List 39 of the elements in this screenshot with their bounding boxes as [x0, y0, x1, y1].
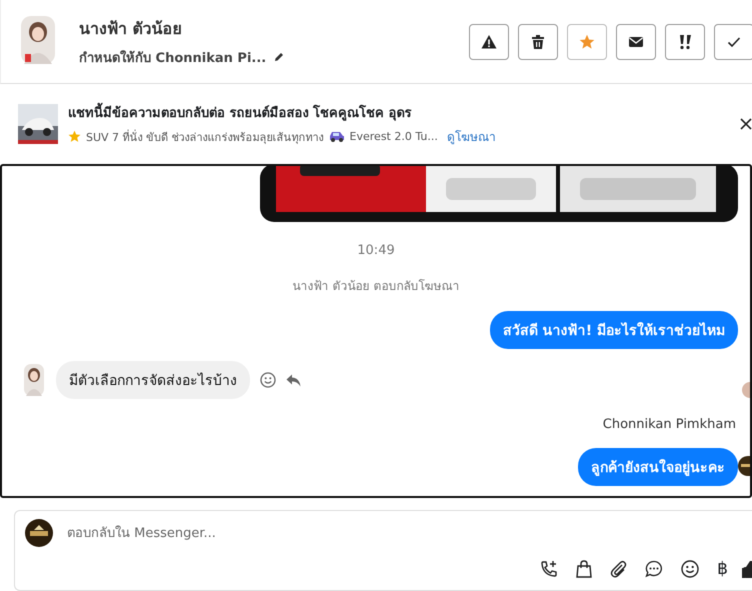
system-note: นางฟ้า ตัวน้อย ตอบกลับโฆษณา: [292, 278, 460, 295]
timestamp: 10:49: [356, 243, 396, 258]
exclamation-icon: [677, 34, 693, 50]
sender-name: Chonnikan Pimkham: [602, 417, 737, 432]
shopping-bag-icon[interactable]: [576, 560, 592, 578]
check-icon: [727, 36, 741, 48]
seen-avatar: [742, 382, 750, 398]
ad-title: แชทนี้มีข้อความตอบกลับต่อ รถยนต์มือสอง โชคคูณโชค อุดร: [68, 102, 732, 123]
message-bubble: สวัสดี นางฟ้า! มีอะไรให้เราช่วยไหม: [490, 311, 738, 349]
thumbs-up-icon[interactable]: [742, 560, 752, 578]
page-avatar: [738, 456, 750, 476]
page-avatar: [25, 519, 53, 547]
attachment-icon[interactable]: [610, 560, 628, 578]
star-icon: [579, 34, 595, 50]
car-icon: [328, 131, 345, 142]
pencil-icon[interactable]: [274, 52, 284, 62]
close-icon[interactable]: [740, 118, 752, 130]
unread-button[interactable]: [616, 24, 656, 60]
envelope-icon: [628, 36, 644, 48]
star-button[interactable]: [567, 24, 607, 60]
phone-add-icon[interactable]: [540, 560, 558, 578]
ad-description: Everest 2.0 Tu...: [350, 130, 438, 143]
warning-icon: [481, 34, 497, 50]
message-bubble: มีตัวเลือกการจัดส่งอะไรบ้าง: [56, 361, 250, 399]
view-ad-link[interactable]: ดูโฆษณา: [446, 127, 496, 146]
emoji-icon[interactable]: [681, 560, 700, 578]
assignee-label[interactable]: กำหนดให้กับ Chonnikan Pi...: [79, 46, 266, 68]
contact-name: นางฟ้า ตัวน้อย: [79, 18, 183, 40]
currency-button[interactable]: ฿: [717, 559, 728, 579]
message-bubble: ลูกค้ายังสนใจอยู่นะคะ: [578, 448, 738, 486]
spam-button[interactable]: [469, 24, 509, 60]
star-icon: [68, 130, 81, 143]
ad-description: SUV 7 ที่นั่ง ขับดี ช่วงล่างแกร่งพร้อมลุยเส้นทุกทาง: [86, 128, 324, 146]
done-button[interactable]: [714, 24, 752, 60]
chat-icon[interactable]: [645, 560, 664, 578]
trash-icon: [531, 34, 545, 50]
reply-icon[interactable]: [286, 374, 301, 386]
delete-button[interactable]: [518, 24, 558, 60]
priority-button[interactable]: [665, 24, 705, 60]
